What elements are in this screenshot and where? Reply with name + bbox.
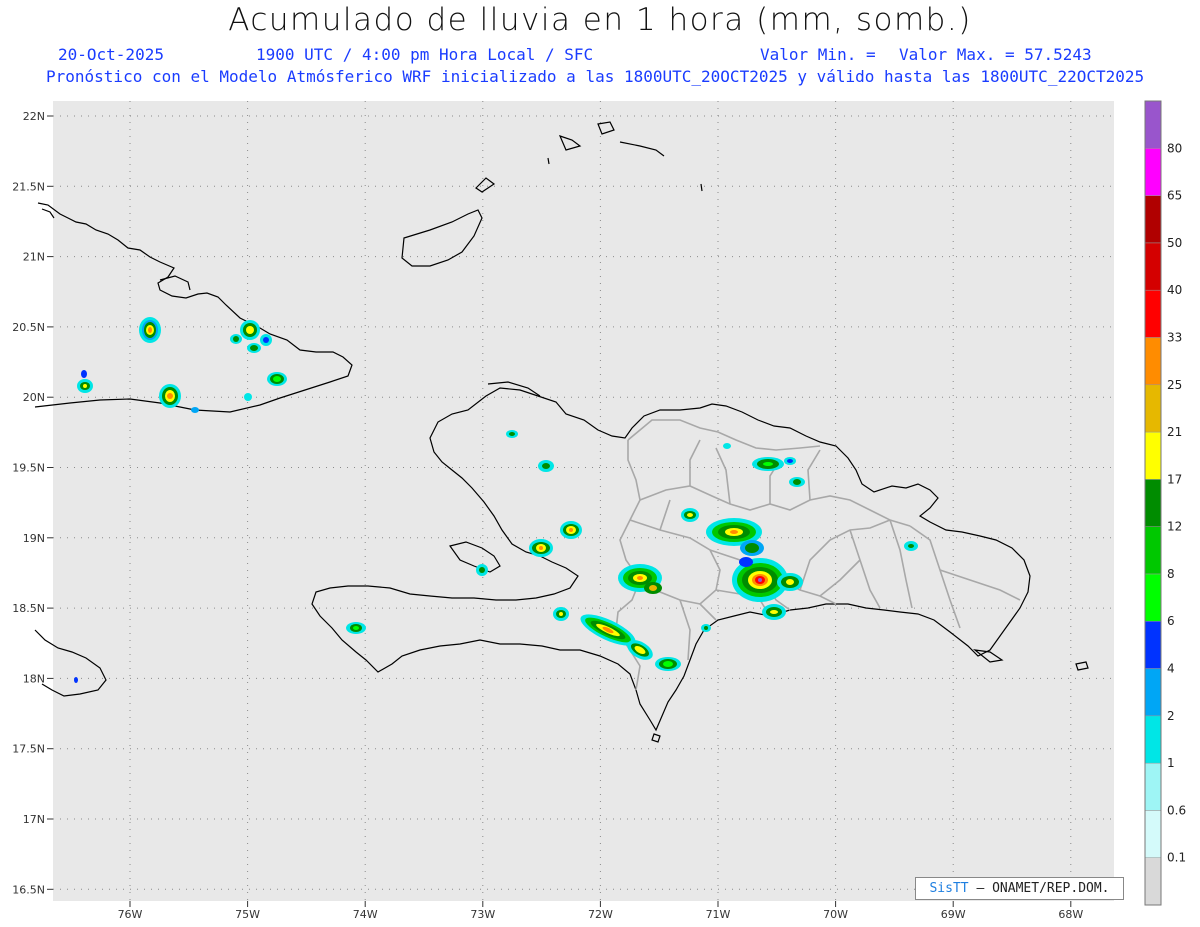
colorbar-label: 1 bbox=[1167, 756, 1175, 770]
rain-cell bbox=[77, 379, 93, 393]
colorbar-swatch bbox=[1144, 195, 1162, 244]
colorbar-label: 8 bbox=[1167, 567, 1175, 581]
rain-cell bbox=[538, 460, 554, 472]
rain-cell bbox=[789, 477, 805, 487]
lat-label: 18.5N bbox=[12, 602, 45, 615]
rain-cell bbox=[247, 343, 261, 353]
colorbar-label: 80 bbox=[1167, 141, 1182, 155]
colorbar-swatch bbox=[1144, 289, 1162, 338]
rain-cell bbox=[74, 677, 78, 683]
lat-label: 19N bbox=[23, 532, 45, 545]
rain-cell bbox=[904, 541, 918, 551]
colorbar-label: 6 bbox=[1167, 614, 1175, 628]
lat-label: 21.5N bbox=[12, 180, 45, 193]
rain-cell bbox=[739, 557, 753, 567]
colorbar-swatch bbox=[1144, 857, 1162, 906]
rain-cell bbox=[740, 540, 764, 556]
lat-label: 20.5N bbox=[12, 321, 45, 334]
colorbar-label: 0.6 bbox=[1167, 803, 1186, 817]
lon-label: 69W bbox=[941, 908, 966, 921]
lon-label: 74W bbox=[353, 908, 378, 921]
colorbar-swatch bbox=[1144, 762, 1162, 811]
colorbar-label: 0.1 bbox=[1167, 851, 1186, 865]
rain-cell bbox=[762, 604, 786, 620]
colorbar-swatch bbox=[1144, 431, 1162, 480]
rain-cell bbox=[529, 539, 553, 557]
colorbar-swatch bbox=[1144, 715, 1162, 764]
map-area bbox=[53, 101, 1114, 901]
rain-cell bbox=[553, 607, 569, 621]
rain-cell bbox=[723, 443, 731, 449]
colorbar-swatch bbox=[1144, 526, 1162, 575]
colorbar-swatch bbox=[1144, 573, 1162, 622]
lat-label: 19.5N bbox=[12, 462, 45, 475]
lat-label: 17N bbox=[23, 813, 45, 826]
colorbar-label: 40 bbox=[1167, 283, 1182, 297]
lon-label: 68W bbox=[1058, 908, 1083, 921]
rain-cell bbox=[777, 573, 803, 591]
rain-cell bbox=[560, 521, 582, 539]
colorbar-swatch bbox=[1144, 810, 1162, 858]
colorbar-swatch bbox=[1144, 384, 1162, 433]
rain-cell bbox=[139, 317, 161, 343]
lon-label: 73W bbox=[470, 908, 495, 921]
lat-label: 21N bbox=[23, 251, 45, 264]
colorbar-label: 21 bbox=[1167, 425, 1182, 439]
colorbar-label: 65 bbox=[1167, 189, 1182, 203]
latitude-labels: 22N 21.5N 21N 20.5N 20N 19.5N 19N 18.5N 18N 17.5N… bbox=[12, 110, 53, 896]
rain-cell bbox=[681, 508, 699, 522]
rain-cell bbox=[506, 430, 518, 438]
colorbar-label: 25 bbox=[1167, 378, 1182, 392]
colorbar: 0.10.612468121721253340506580 bbox=[1144, 100, 1186, 906]
rain-cell bbox=[346, 622, 366, 634]
lon-label: 76W bbox=[118, 908, 143, 921]
colorbar-swatch bbox=[1144, 148, 1162, 196]
lon-label: 71W bbox=[706, 908, 731, 921]
rain-cell bbox=[230, 334, 242, 344]
lon-label: 70W bbox=[823, 908, 848, 921]
lon-label: 75W bbox=[235, 908, 260, 921]
rain-cell bbox=[240, 320, 260, 340]
lat-label: 17.5N bbox=[12, 743, 45, 756]
colorbar-swatch bbox=[1144, 242, 1162, 291]
colorbar-label: 17 bbox=[1167, 472, 1182, 486]
longitude-labels: 76W 75W 74W 73W 72W 71W 70W 69W 68W bbox=[118, 901, 1083, 921]
lat-label: 22N bbox=[23, 110, 45, 123]
lat-label: 18N bbox=[23, 672, 45, 685]
rain-cell bbox=[191, 407, 199, 413]
rain-cell bbox=[260, 334, 272, 346]
rain-cell bbox=[784, 457, 796, 465]
credit-text: – ONAMET/REP.DOM. bbox=[976, 881, 1110, 896]
colorbar-label: 33 bbox=[1167, 330, 1182, 344]
lon-label: 72W bbox=[588, 908, 613, 921]
colorbar-swatch bbox=[1144, 668, 1162, 717]
rain-cell bbox=[81, 370, 87, 378]
colorbar-label: 2 bbox=[1167, 709, 1175, 723]
rain-cell bbox=[701, 624, 711, 632]
lat-label: 20N bbox=[23, 391, 45, 404]
rain-cell bbox=[244, 393, 252, 401]
rain-cell bbox=[159, 384, 181, 408]
colorbar-swatch bbox=[1144, 479, 1162, 527]
lat-label: 16.5N bbox=[12, 883, 45, 896]
rain-cell bbox=[644, 582, 662, 594]
precipitation-map: 22N 21.5N 21N 20.5N 20N 19.5N 19N 18.5N 18N 17.5N… bbox=[12, 100, 1186, 921]
colorbar-swatch bbox=[1144, 100, 1162, 149]
rain-cell bbox=[267, 372, 287, 386]
rain-cell bbox=[752, 457, 784, 471]
rain-cell bbox=[476, 564, 488, 576]
colorbar-label: 12 bbox=[1167, 520, 1182, 534]
rain-cell bbox=[655, 657, 681, 671]
colorbar-label: 4 bbox=[1167, 662, 1175, 676]
colorbar-swatch bbox=[1144, 620, 1162, 669]
colorbar-swatch bbox=[1144, 337, 1162, 386]
credit-box: SisTT – ONAMET/REP.DOM. bbox=[915, 877, 1124, 900]
sistt-logo: SisTT bbox=[929, 881, 969, 896]
colorbar-label: 50 bbox=[1167, 236, 1182, 250]
